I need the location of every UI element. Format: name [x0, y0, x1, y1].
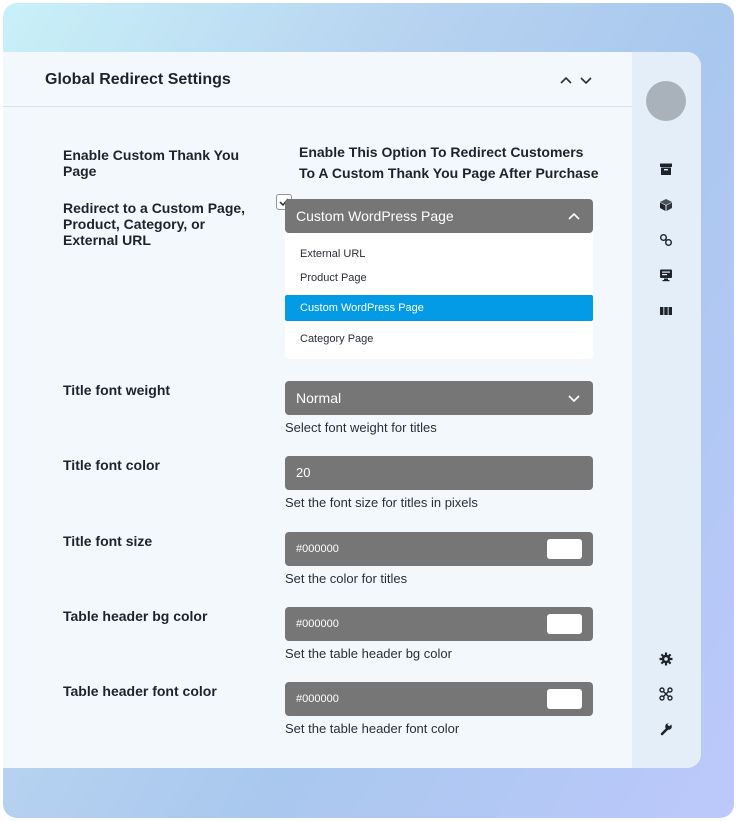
scissors-icon[interactable]	[659, 687, 673, 701]
title-font-weight-value: Normal	[296, 390, 342, 406]
chevron-down-icon[interactable]	[579, 73, 593, 87]
monitor-icon[interactable]	[659, 268, 673, 282]
cube-icon[interactable]	[659, 198, 673, 212]
color-swatch[interactable]	[547, 539, 582, 559]
table-header-font-help: Set the table header font color	[285, 721, 460, 736]
redirect-selected-value: Custom WordPress Page	[296, 208, 454, 224]
option-external-url[interactable]: External URL	[285, 241, 593, 267]
chevron-up-icon	[568, 212, 580, 220]
avatar[interactable]	[646, 81, 686, 121]
title-font-size-input[interactable]: #000000	[285, 532, 593, 566]
color-swatch[interactable]	[547, 614, 582, 634]
table-header-bg-label: Table header bg color	[63, 608, 208, 624]
title-font-color-value: 20	[296, 465, 311, 480]
page-title: Global Redirect Settings	[45, 71, 231, 88]
table-header-font-value: #000000	[296, 693, 339, 705]
wrench-icon[interactable]	[659, 722, 673, 736]
archive-icon[interactable]	[659, 162, 673, 176]
title-font-color-help: Set the font size for titles in pixels	[285, 495, 478, 510]
title-font-color-input[interactable]: 20	[285, 456, 593, 490]
columns-icon[interactable]	[659, 304, 673, 318]
chevron-down-icon	[568, 395, 580, 403]
title-font-weight-select[interactable]: Normal	[285, 381, 593, 415]
settings-panel: Global Redirect Settings Enable Custom T…	[3, 52, 701, 768]
redirect-select[interactable]: Custom WordPress Page	[285, 199, 593, 233]
table-header-bg-help: Set the table header bg color	[285, 646, 452, 661]
thank-you-description: Enable This Option To Redirect Customers…	[299, 144, 599, 181]
option-category-page[interactable]: Category Page	[285, 326, 593, 352]
chevron-up-icon[interactable]	[559, 73, 573, 87]
app-frame: Global Redirect Settings Enable Custom T…	[3, 3, 734, 818]
title-font-size-label: Title font size	[63, 533, 153, 549]
main-content: Global Redirect Settings Enable Custom T…	[3, 52, 632, 768]
title-font-size-value: #000000	[296, 543, 339, 555]
redirect-dropdown: External URL Product Page Custom WordPre…	[285, 233, 593, 359]
option-custom-wordpress-page[interactable]: Custom WordPress Page	[285, 295, 593, 321]
icon-rail	[632, 52, 701, 768]
title-font-weight-label: Title font weight	[63, 382, 171, 398]
thank-you-label: Enable Custom Thank You Page	[63, 147, 240, 179]
table-header-font-label: Table header font color	[63, 683, 217, 699]
panel-header: Global Redirect Settings	[3, 52, 632, 107]
title-font-size-help: Set the color for titles	[285, 571, 408, 586]
link-icon[interactable]	[659, 233, 673, 247]
table-header-bg-input[interactable]: #000000	[285, 607, 593, 641]
table-header-bg-value: #000000	[296, 618, 339, 630]
table-header-font-input[interactable]: #000000	[285, 682, 593, 716]
redirect-label: Redirect to a Custom Page, Product, Cate…	[63, 200, 246, 248]
color-swatch[interactable]	[547, 689, 582, 709]
gear-icon[interactable]	[659, 652, 673, 666]
option-product-page[interactable]: Product Page	[285, 265, 593, 291]
title-font-weight-help: Select font weight for titles	[285, 420, 437, 435]
title-font-color-label: Title font color	[63, 457, 160, 473]
